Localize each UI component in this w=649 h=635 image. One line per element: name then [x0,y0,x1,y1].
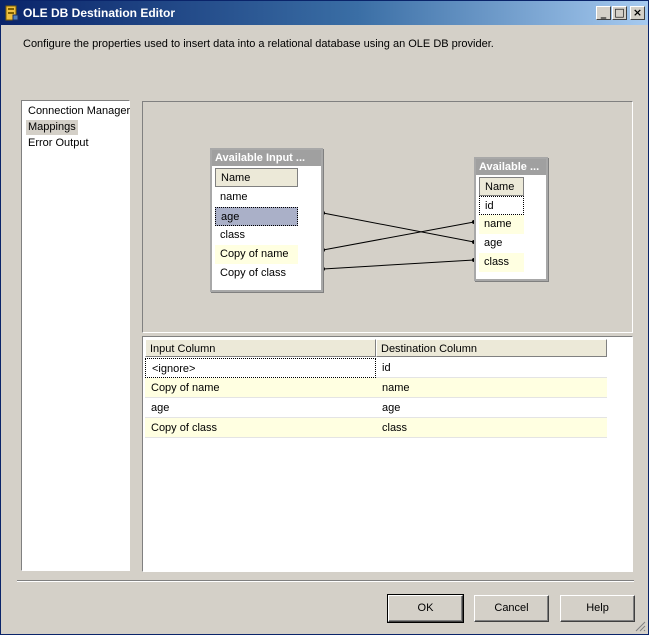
grid-cell-dest[interactable]: age [376,398,607,418]
close-button[interactable]: × [630,6,645,20]
mapping-grid[interactable]: Input Column Destination Column <ignore>… [142,336,633,572]
ok-button[interactable]: OK [387,594,464,623]
mapping-line-copyclass-class [322,259,475,270]
window-title: OLE DB Destination Editor [23,6,176,20]
input-box-header: Name [215,168,298,187]
dest-box-header: Name [479,177,524,196]
grid-header-input-column[interactable]: Input Column [145,339,376,357]
available-destination-columns-box[interactable]: Available ... Name id name age class [474,157,548,281]
mapping-diagram[interactable]: Available Input ... Name name age class … [142,101,633,333]
sidebar-item-mappings[interactable]: Mappings [26,120,78,135]
dest-column-id[interactable]: id [479,196,524,215]
dest-column-age[interactable]: age [479,234,524,253]
grid-cell-input[interactable]: age [145,398,376,418]
grid-cell-input[interactable]: <ignore> [145,358,376,378]
grid-cell-dest[interactable]: id [376,358,607,378]
page-list: Connection Manager Mappings Error Output [21,100,130,571]
sidebar-item-connection-manager[interactable]: Connection Manager [26,104,132,119]
grid-cell-dest[interactable]: name [376,378,607,398]
grid-header-destination-column[interactable]: Destination Column [376,339,607,357]
dest-box-title: Available ... [476,159,546,175]
mapping-line-age-age [322,212,475,243]
input-column-age[interactable]: age [215,207,298,226]
grid-cell-input[interactable]: Copy of class [145,418,376,438]
dest-column-name[interactable]: name [479,215,524,234]
sidebar-item-error-output[interactable]: Error Output [26,136,91,151]
maximize-button[interactable]: □ [612,6,627,20]
resize-grip-icon[interactable] [634,620,646,632]
title-bar[interactable]: OLE DB Destination Editor _ □ × [1,1,648,25]
minimize-button[interactable]: _ [596,6,611,20]
description-text: Configure the properties used to insert … [23,38,494,50]
input-column-class[interactable]: class [215,226,298,245]
mapping-line-copyname-name [322,221,475,251]
input-column-copy-of-class[interactable]: Copy of class [215,264,298,283]
app-icon [5,5,19,21]
help-button[interactable]: Help [560,595,635,622]
dest-column-class[interactable]: class [479,253,524,272]
input-column-name[interactable]: name [215,188,298,207]
dialog-window: OLE DB Destination Editor _ □ × Configur… [0,0,649,635]
available-input-columns-box[interactable]: Available Input ... Name name age class … [210,148,323,292]
input-column-copy-of-name[interactable]: Copy of name [215,245,298,264]
button-separator [17,580,634,582]
cancel-button[interactable]: Cancel [474,595,549,622]
input-box-title: Available Input ... [212,150,321,166]
grid-cell-input[interactable]: Copy of name [145,378,376,398]
grid-cell-dest[interactable]: class [376,418,607,438]
